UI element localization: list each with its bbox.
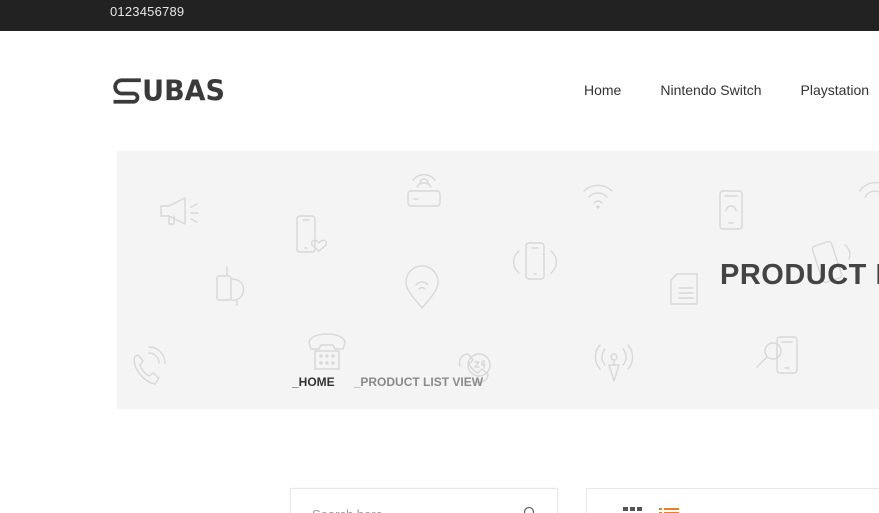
site-logo[interactable]: UBAS	[111, 73, 225, 109]
telephone-icon	[308, 333, 346, 370]
page-title: PRODUCT LIST VIEW	[720, 259, 879, 291]
nav-item-playstation[interactable]: Playstation	[801, 82, 869, 98]
antenna-tower-icon	[594, 344, 634, 382]
sim-card-icon	[670, 273, 698, 305]
breadcrumb-current: _PRODUCT LIST VIEW	[353, 375, 484, 389]
search-input[interactable]	[312, 507, 512, 513]
breadcrumb-home-link[interactable]: _HOME	[292, 375, 335, 389]
main-nav: Home Nintendo Switch Playstation	[584, 82, 879, 98]
router-icon	[407, 174, 441, 207]
logo-text: UBAS	[142, 74, 225, 108]
view-toolbar	[586, 488, 879, 513]
top-bar: 0123456789	[0, 0, 879, 31]
wifi-icon-2	[859, 181, 879, 198]
grid-view-icon[interactable]	[623, 507, 643, 513]
phone-signal-icon	[513, 242, 557, 280]
logo-mark-icon	[113, 78, 141, 104]
phone-plug-icon	[216, 266, 245, 306]
sidebar-search	[290, 488, 558, 513]
tablet-icon	[719, 190, 743, 230]
phone-number: 0123456789	[110, 4, 185, 19]
phone-search-icon	[756, 336, 798, 374]
wifi-icon	[583, 184, 613, 209]
nav-item-nintendo-switch[interactable]: Nintendo Switch	[660, 82, 761, 98]
nav-item-home[interactable]: Home	[584, 82, 621, 98]
phone-heart-icon	[296, 215, 328, 253]
megaphone-icon	[160, 197, 199, 225]
breadcrumb: _HOME _PRODUCT LIST VIEW	[292, 375, 483, 389]
search-icon[interactable]	[523, 506, 537, 513]
page-banner: PRODUCT LIST VIEW _HOME _PRODUCT LIST VI…	[117, 151, 879, 409]
phone-call-icon	[133, 346, 166, 385]
list-view-icon[interactable]	[659, 508, 679, 513]
location-pin-icon	[405, 265, 439, 309]
